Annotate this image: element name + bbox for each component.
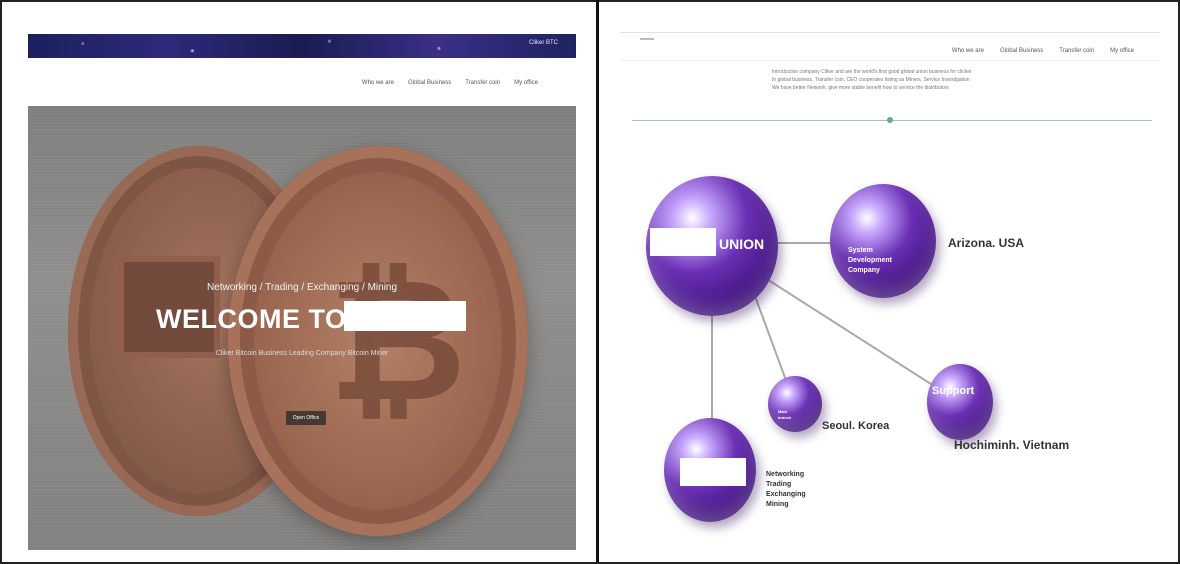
service-item: Trading [766, 481, 792, 488]
redacted-hub-name [650, 228, 716, 256]
korea-label-line: branch [778, 415, 792, 420]
left-panel: Cliker BTC Who we are Global Business Tr… [10, 8, 590, 556]
redacted-brand-name [344, 301, 466, 331]
hero-section: ₿ Networking / Trading / Exchanging / Mi… [28, 106, 576, 550]
service-item: Exchanging [766, 491, 806, 498]
top-banner-text[interactable]: Cliker BTC [529, 40, 558, 46]
service-item: Mining [766, 501, 789, 508]
korea-node-label: Main branch [778, 409, 791, 421]
arizona-caption: Arizona. USA [948, 236, 1025, 250]
nav-global-business[interactable]: Global Business [408, 80, 451, 86]
connector-line [761, 275, 935, 387]
system-node-label: System Development Company [848, 246, 892, 276]
system-label-line: System [848, 247, 873, 254]
open-office-button[interactable]: Open Office [286, 411, 326, 425]
right-panel: Who we are Global Business Transfer coin… [602, 8, 1172, 556]
support-node [927, 364, 993, 440]
service-item: Networking [766, 471, 805, 478]
system-label-line: Company [848, 267, 880, 274]
korea-node [768, 376, 822, 432]
top-banner: Cliker BTC [28, 34, 576, 58]
hero-tagline: Cliker Bitcoin Business Leading Company … [215, 350, 389, 357]
redacted-office-name [680, 458, 746, 486]
support-node-label: Support [932, 385, 975, 397]
seoul-caption: Seoul. Korea [822, 420, 890, 432]
connector-line [751, 287, 788, 384]
hochiminh-caption: Hochiminh. Vietnam [954, 438, 1070, 452]
nav-my-office[interactable]: My office [514, 80, 538, 86]
panel-divider [596, 0, 599, 562]
nav-who-we-are[interactable]: Who we are [362, 80, 394, 86]
services-list: Networking Trading Exchanging Mining [766, 470, 806, 510]
hero-subtitle: Networking / Trading / Exchanging / Mini… [206, 282, 398, 293]
system-label-line: Development [848, 257, 892, 264]
hub-label: UNION [719, 236, 765, 252]
hero-title: WELCOME TO [156, 304, 347, 334]
left-nav: Who we are Global Business Transfer coin… [362, 80, 538, 86]
system-node [830, 184, 936, 298]
nav-transfer-coin[interactable]: Transfer coin [465, 80, 500, 86]
